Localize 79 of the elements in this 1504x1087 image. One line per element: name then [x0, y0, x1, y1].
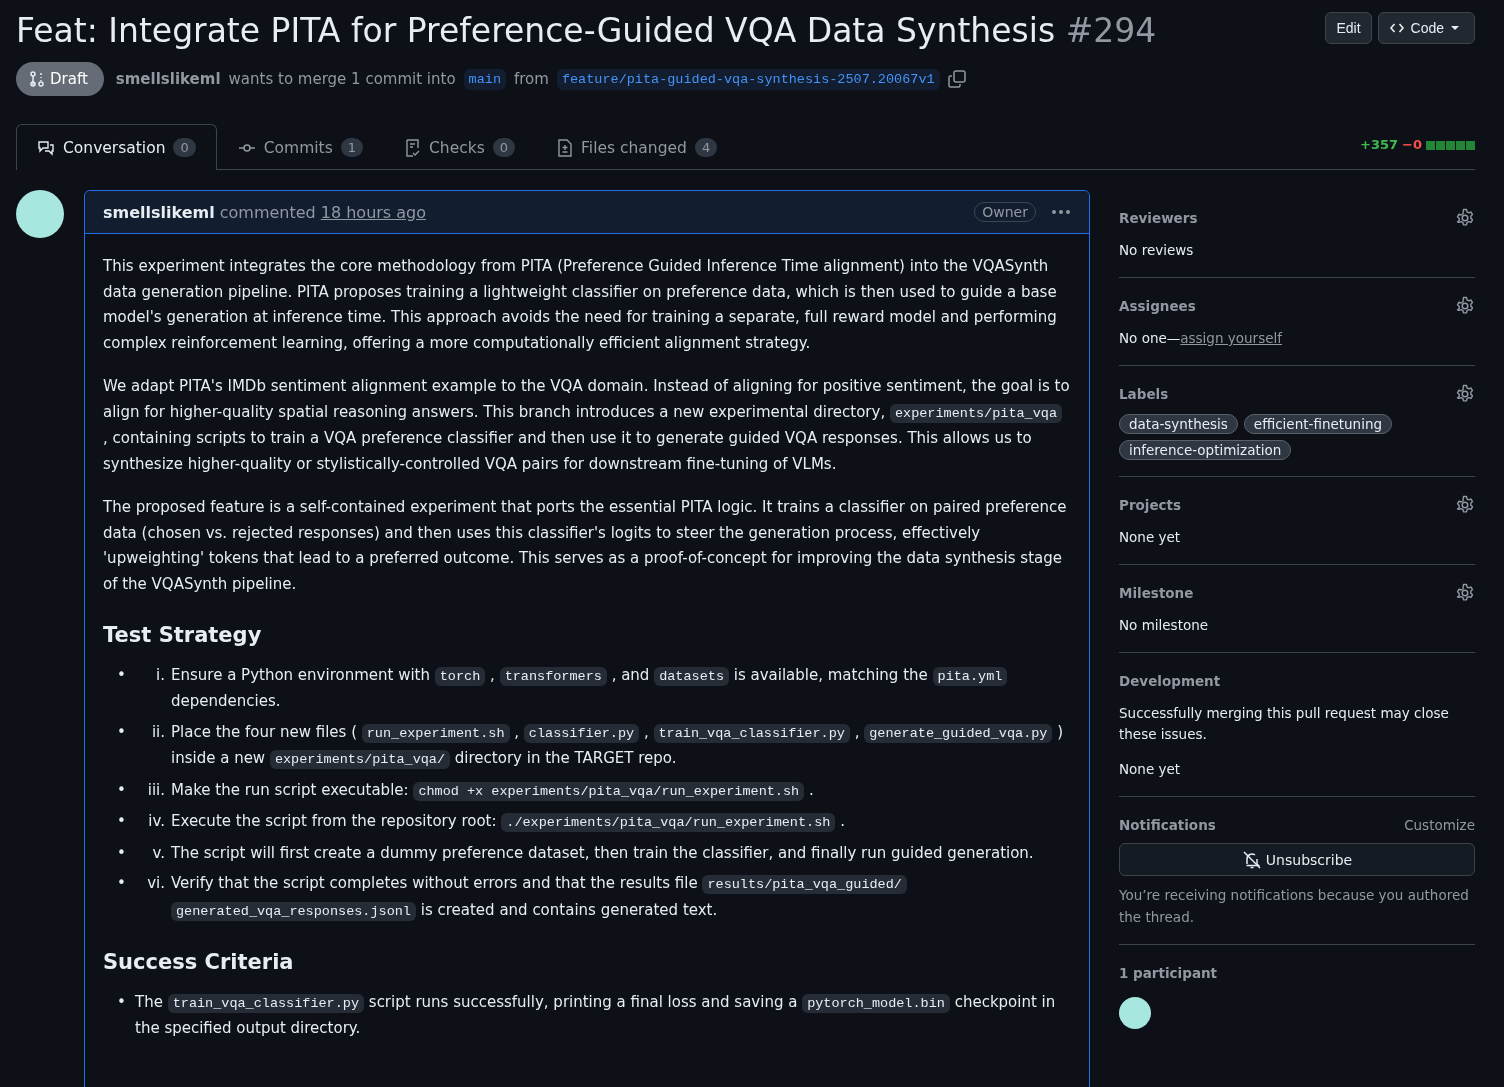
bullet: • — [117, 779, 127, 801]
comment-time[interactable]: 18 hours ago — [320, 202, 426, 222]
section-title: Milestone — [1119, 585, 1194, 601]
from-text: from — [514, 70, 549, 88]
settings-icon[interactable] — [1455, 296, 1475, 316]
section-title: Projects — [1119, 497, 1182, 513]
section-title: Assignees — [1119, 298, 1196, 314]
unsubscribe-button[interactable]: Unsubscribe — [1119, 843, 1475, 876]
list-item-text: The train_vqa_classifier.py script runs successfully, printing a final loss and saving a pytorch_model.bin checkpoint in the specified output directory. — [135, 991, 1057, 1039]
merge-text: wants to merge 1 commit into — [228, 70, 456, 88]
more-icon[interactable] — [1051, 209, 1071, 215]
list-number: i. — [155, 664, 166, 686]
paragraph: We adapt PITA's IMDb sentiment alignment example to the VQA domain. Instead of aligning for positive sentiment, the goal is to align for higher-quality spatial reasoning answers. This branch introduces a new experimental directory, experiments/pita_vqa , containing scripts to train a VQA preference classifier and then use it to generate guided VQA responses. This allows us to synthesize higher-quality or stylistically-controlled VQA pairs for downstream fine-tuning of VLMs. — [103, 376, 1071, 475]
speech-bubbles-icon — [37, 139, 55, 156]
customize-link[interactable]: Customize — [1404, 817, 1475, 833]
label-tag[interactable]: efficient-finetuning — [1243, 414, 1393, 434]
tab[interactable]: Checks 0 — [384, 124, 537, 170]
section-title: Development — [1119, 673, 1221, 689]
list-number: v. — [151, 842, 166, 864]
branch-name[interactable]: feature/pita-guided-vqa-synthesis-2507.20067v1 — [556, 68, 940, 90]
section-heading: Success Criteria — [103, 950, 295, 976]
avatar[interactable] — [16, 190, 64, 238]
tab[interactable]: Files changed 4 — [536, 124, 739, 170]
list-number: iv. — [147, 811, 166, 832]
section-heading: Test Strategy — [103, 623, 263, 649]
code-button[interactable]: Code — [1377, 12, 1475, 44]
draft-badge: Draft — [16, 62, 104, 96]
comment-author[interactable]: smellslikeml — [103, 202, 215, 222]
list-item-text: Place the four new files ( run_experiment.sh , classifier.py , train_vqa_classifier.py , generate_guided_vqa.py ) inside a new experiments/pita_vqa/ directory in the TARGET repo. — [171, 721, 1065, 771]
comment-action: commented — [219, 202, 316, 222]
list-item-text: The script will first create a dummy preference dataset, then train the classifier, and finally run guided generation. — [171, 842, 1035, 864]
bullet: • — [117, 811, 127, 832]
tab[interactable]: Conversation 0 — [16, 124, 217, 170]
list-number: vi. — [146, 873, 166, 894]
section-title: Labels — [1119, 386, 1169, 402]
pr-title: Feat: Integrate PITA for Preference-Guided VQA Data Synthesis — [16, 11, 1056, 50]
paragraph: This experiment integrates the core methodology from PITA (Preference Guided Inference Time alignment) into the VQASynth data generation pipeline. PITA proposes training a lightweight classifier on preference data, which is then used to guide a base model's generation at inference time. This approach avoids the need for training a separate, full reward model and performing complex reinforcement learning, offering a more computationally efficient alignment strategy. — [103, 256, 1058, 354]
section-value: None yet — [1119, 528, 1182, 547]
list-item-text: Execute the script from the repository root: ./experiments/pita_vqa/run_experiment.sh . — [171, 811, 846, 834]
settings-icon[interactable] — [1455, 583, 1475, 603]
list-number: iii. — [146, 779, 166, 801]
checklist-icon — [405, 138, 421, 157]
assign-link[interactable]: assign yourself — [1180, 330, 1282, 346]
bullet: • — [117, 842, 127, 864]
list-item-text: Verify that the script completes without errors and that the results file results/pita_vqa_guided/ generated_vqa_responses.jsonl is created and contains generated text. — [171, 871, 1071, 924]
settings-icon[interactable] — [1455, 208, 1475, 228]
copy-icon[interactable] — [947, 70, 966, 88]
bullet: • — [117, 873, 127, 894]
label-tag[interactable]: data-synthesis — [1119, 414, 1238, 434]
bell-slash-icon — [1241, 849, 1262, 870]
file-diff-icon — [557, 138, 574, 157]
tab[interactable]: Commits 1 — [216, 124, 384, 170]
section-title: Reviewers — [1119, 210, 1198, 226]
caret-icon — [1450, 23, 1460, 33]
section-value: No one— — [1119, 330, 1181, 346]
settings-icon[interactable] — [1455, 384, 1475, 404]
branch-name[interactable]: main — [463, 68, 506, 90]
section-title: Notifications — [1119, 817, 1216, 833]
list-item-text: Make the run script executable: chmod +x experiments/pita_vqa/run_experiment.sh . — [171, 779, 815, 803]
list-number: ii. — [150, 721, 166, 743]
settings-icon[interactable] — [1455, 495, 1475, 515]
bullet: • — [117, 721, 127, 743]
development-text: Successfully merging this pull request may close these issues. — [1119, 704, 1450, 744]
list-item-text: Ensure a Python environment with torch , transformers , and datasets is available, matching the pita.yml dependencies. — [171, 662, 1071, 715]
lines-removed: −0 — [1402, 137, 1422, 152]
notification-note: You’re receiving notifications because you authored the thread. — [1119, 886, 1470, 927]
label-tag[interactable]: inference-optimization — [1119, 440, 1292, 460]
section-value: None yet — [1119, 760, 1182, 779]
participant-avatar[interactable] — [1119, 997, 1151, 1029]
section-title: 1 participant — [1119, 965, 1218, 981]
author-name[interactable]: smellslikeml — [115, 70, 221, 88]
lines-added: +357 — [1360, 137, 1399, 152]
bullet: • — [117, 664, 127, 686]
edit-button[interactable]: Edit — [1325, 12, 1372, 44]
section-value: No milestone — [1119, 616, 1210, 635]
section-value: No reviews — [1119, 241, 1195, 260]
bullet: • — [117, 991, 127, 1013]
paragraph: The proposed feature is a self-contained experiment that ports the essential PITA logic. It trains a classifier on paired preference data (chosen vs. rejected responses) and then uses this classifier's logits to steer the generation process, effectively 'upweighting' tokens that lead to a preferred outcome. This serves as a proof-of-concept for improving the data synthesis stage of the VQASynth pipeline. — [103, 497, 1068, 595]
pr-number: #294 — [1065, 11, 1157, 50]
